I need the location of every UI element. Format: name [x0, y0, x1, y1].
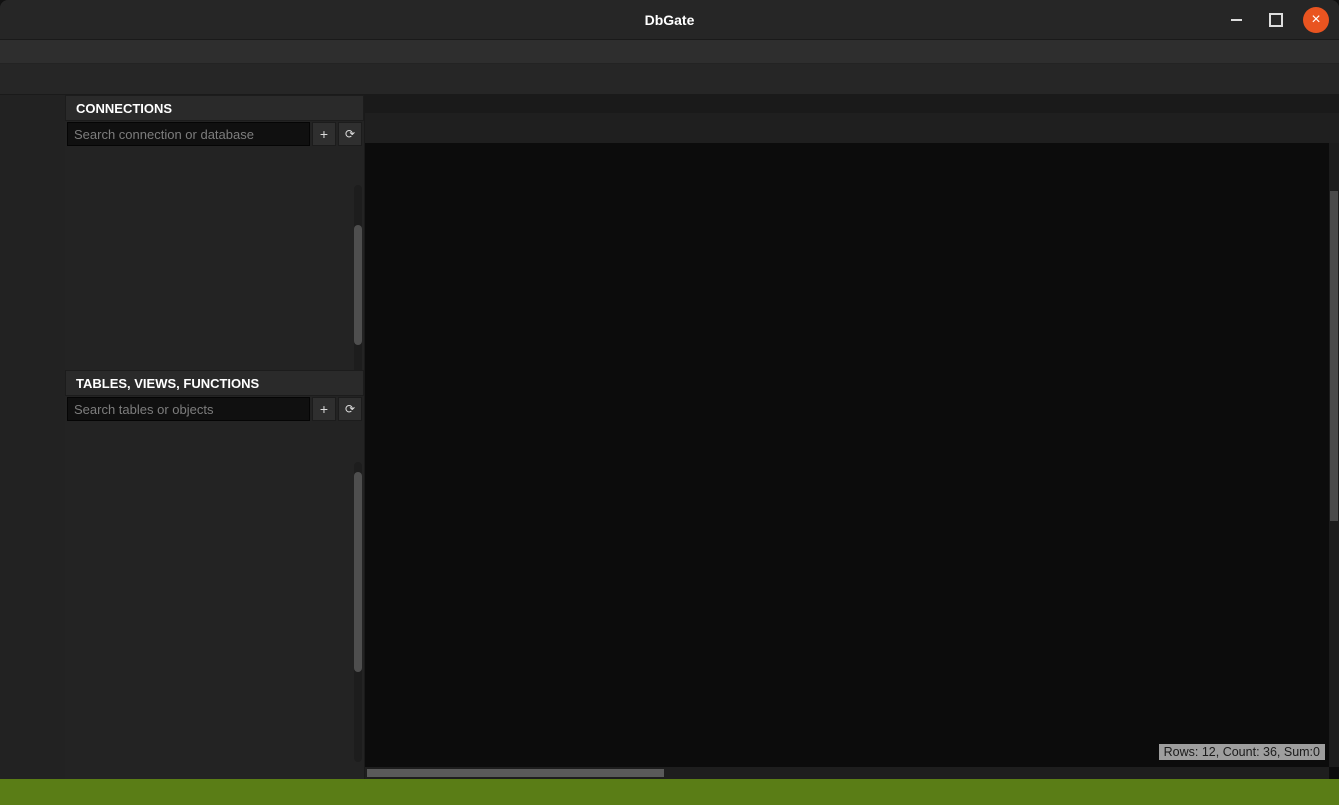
connections-panel-header: CONNECTIONS	[65, 95, 364, 121]
refresh-connections-button[interactable]: ⟳	[338, 122, 362, 146]
file-tab-strip	[365, 113, 1339, 143]
window-title: DbGate	[645, 12, 695, 28]
maximize-button[interactable]	[1263, 7, 1289, 33]
status-bar	[0, 779, 1339, 805]
tables-search-input[interactable]	[67, 397, 310, 421]
refresh-tables-button[interactable]: ⟳	[338, 397, 362, 421]
app-window: DbGate × CONNECTIONS + ⟳ TABLES, VIEWS, …	[0, 0, 1339, 805]
connections-list	[65, 147, 364, 370]
connection-search-input[interactable]	[67, 122, 310, 146]
close-button[interactable]: ×	[1303, 7, 1329, 33]
connections-scrollbar[interactable]	[354, 185, 362, 370]
data-grid: Rows: 12, Count: 36, Sum:0	[365, 143, 1339, 779]
toolbar	[0, 64, 1339, 95]
menu-bar	[0, 40, 1339, 64]
database-tab-strip	[365, 95, 1339, 113]
sidebar: CONNECTIONS + ⟳ TABLES, VIEWS, FUNCTIONS…	[65, 95, 365, 779]
title-bar: DbGate ×	[0, 0, 1339, 40]
left-icon-rail	[0, 95, 65, 779]
minimize-button[interactable]	[1223, 7, 1249, 33]
grid-horizontal-scrollbar[interactable]	[365, 767, 1329, 779]
add-connection-button[interactable]: +	[312, 122, 336, 146]
add-table-button[interactable]: +	[312, 397, 336, 421]
tables-panel-header: TABLES, VIEWS, FUNCTIONS	[65, 370, 364, 396]
grid-vertical-scrollbar[interactable]	[1329, 143, 1339, 767]
tables-list	[65, 422, 364, 779]
tables-scrollbar[interactable]	[354, 462, 362, 762]
selection-summary: Rows: 12, Count: 36, Sum:0	[1159, 744, 1325, 760]
